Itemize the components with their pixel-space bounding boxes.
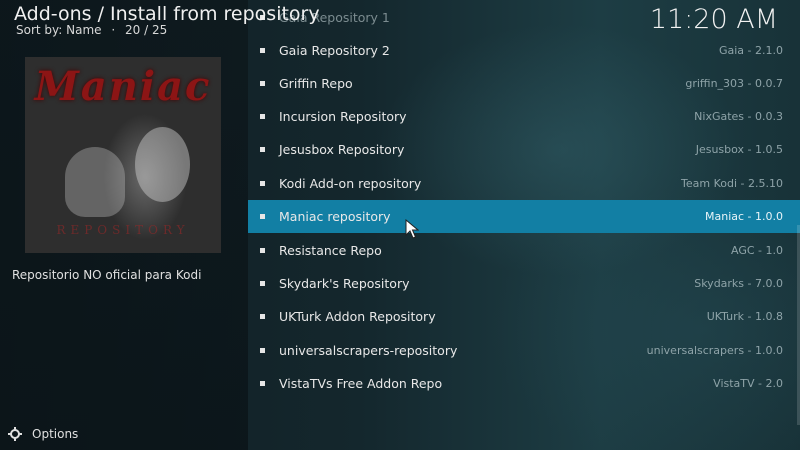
list-item[interactable]: Incursion Repository NixGates - 0.0.3 xyxy=(248,100,800,133)
list-item[interactable]: Griffin Repo griffin_303 - 0.0.7 xyxy=(248,67,800,100)
repo-name: Incursion Repository xyxy=(279,109,407,124)
repo-name: universalscrapers-repository xyxy=(279,343,458,358)
repo-name: UKTurk Addon Repository xyxy=(279,309,436,324)
repo-version: Jesusbox - 1.0.5 xyxy=(695,143,783,156)
bullet-icon xyxy=(260,48,265,53)
repo-version: Gaia - 2.1.0 xyxy=(718,44,783,57)
repo-version: UKTurk - 1.0.8 xyxy=(706,310,783,323)
repo-version: VistaTV - 2.0 xyxy=(713,377,783,390)
poster-subtitle: REPOSITORY xyxy=(56,223,190,237)
bullet-icon xyxy=(260,214,265,219)
repo-version: Skydarks - 7.0.0 xyxy=(694,277,783,290)
list-item[interactable]: Skydark's Repository Skydarks - 7.0.0 xyxy=(248,267,800,300)
bullet-icon xyxy=(260,281,265,286)
poster-face-shape xyxy=(135,127,190,202)
poster-hand-shape xyxy=(65,147,125,217)
list-item[interactable]: VistaTVs Free Addon Repo VistaTV - 2.0 xyxy=(248,367,800,400)
options-label: Options xyxy=(32,427,79,441)
bullet-icon xyxy=(260,314,265,319)
repo-name: Resistance Repo xyxy=(279,243,382,258)
repo-version: NixGates - 0.0.3 xyxy=(694,110,783,123)
repo-name: Gaia Repository 2 xyxy=(279,43,390,58)
repo-name: VistaTVs Free Addon Repo xyxy=(279,376,443,391)
addon-poster: Maniac REPOSITORY xyxy=(25,57,221,253)
repo-version: griffin_303 - 0.0.7 xyxy=(685,77,783,90)
bullet-icon xyxy=(260,81,265,86)
repo-version: universalscrapers - 1.0.0 xyxy=(646,344,783,357)
bullet-icon xyxy=(260,147,265,152)
repo-name: Maniac repository xyxy=(279,209,391,224)
mouse-cursor-icon xyxy=(405,218,420,243)
repo-name: Skydark's Repository xyxy=(279,276,410,291)
repo-version: Team Kodi - 2.5.10 xyxy=(681,177,783,190)
options-button[interactable]: Options xyxy=(8,427,78,441)
repository-list: Gaia Repository 1 Gaia Repository 2 Gaia… xyxy=(248,0,800,450)
clock: 11:20 AM xyxy=(649,4,778,35)
item-position: 20 / 25 xyxy=(125,23,168,37)
bullet-icon xyxy=(260,181,265,186)
bullet-icon xyxy=(260,248,265,253)
bullet-icon xyxy=(260,381,265,386)
list-item-selected[interactable]: Maniac repository Maniac - 1.0.0 xyxy=(248,200,800,233)
repo-name: Kodi Add-on repository xyxy=(279,176,422,191)
list-item[interactable]: Resistance Repo AGC - 1.0 xyxy=(248,234,800,267)
repo-name: Jesusbox Repository xyxy=(279,142,405,157)
repo-version: Maniac - 1.0.0 xyxy=(705,210,783,223)
bullet-icon xyxy=(260,114,265,119)
list-item[interactable]: Jesusbox Repository Jesusbox - 1.0.5 xyxy=(248,133,800,166)
gear-icon xyxy=(8,427,22,441)
list-item[interactable]: Gaia Repository 2 Gaia - 2.1.0 xyxy=(248,34,800,67)
addon-description: Repositorio NO oficial para Kodi xyxy=(12,268,202,282)
poster-title: Maniac xyxy=(34,63,212,110)
repo-version: AGC - 1.0 xyxy=(731,244,783,257)
repo-name: Griffin Repo xyxy=(279,76,353,91)
page-title: Add-ons / Install from repository xyxy=(14,3,320,25)
list-item[interactable]: Kodi Add-on repository Team Kodi - 2.5.1… xyxy=(248,167,800,200)
bullet-icon xyxy=(260,348,265,353)
sort-info[interactable]: Sort by: Name · 20 / 25 xyxy=(16,23,167,37)
sort-separator: · xyxy=(111,23,116,37)
sort-label: Sort by: Name xyxy=(16,23,102,37)
list-item[interactable]: UKTurk Addon Repository UKTurk - 1.0.8 xyxy=(248,300,800,333)
list-item[interactable]: universalscrapers-repository universalsc… xyxy=(248,334,800,367)
